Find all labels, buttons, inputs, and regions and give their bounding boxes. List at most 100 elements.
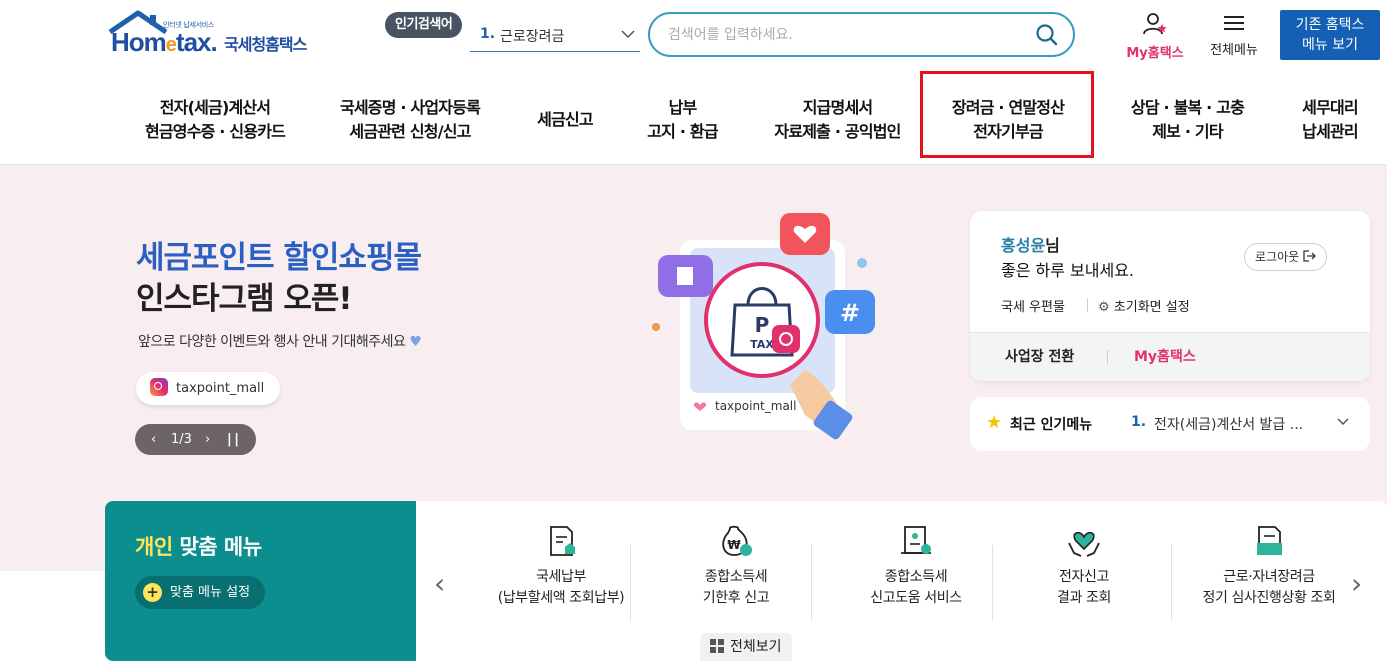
menu-item-line1: 전자신고 — [1059, 569, 1109, 585]
logo-wordmark: Hometax. — [111, 27, 218, 57]
banner-subtitle-text: 앞으로 다양한 이벤트와 행사 안내 기대해주세요 — [138, 334, 406, 350]
menu-item-line1: 근로·자녀장려금 — [1223, 569, 1315, 585]
divider — [1171, 545, 1172, 621]
recent-popular-rank: 1. — [1131, 414, 1147, 430]
popular-search-term: 근로장려금 — [500, 29, 565, 45]
my-hometax-button[interactable]: My홈택스 — [1120, 12, 1190, 61]
my-hometax-link[interactable]: My홈택스 — [1134, 346, 1196, 366]
menu-item-line1: 종합소득세 — [884, 569, 948, 585]
custom-menu-section: 개인 맞춤 메뉴 + 맞춤 메뉴 설정 ‹ 국세납부 (납부할세액 조회납부) ₩… — [105, 501, 1387, 661]
custom-menu-item[interactable]: 종합소득세 신고도움 서비스 — [826, 523, 1006, 609]
nav-item-line1: 세금신고 — [537, 110, 593, 129]
menu-item-line2: (납부할세액 조회납부) — [497, 590, 625, 606]
tax-payment-icon — [550, 526, 575, 556]
instagram-tag-label: taxpoint_mall — [176, 381, 265, 396]
view-all-button[interactable]: 전체보기 — [700, 633, 792, 661]
nav-item-line1: 납부 — [668, 98, 698, 117]
banner-prev-button[interactable]: ‹ — [151, 424, 156, 455]
initial-settings-label: 초기화면 설정 — [1113, 300, 1190, 315]
nav-highlight-box — [920, 71, 1094, 158]
income-tax-late-filing-icon: ₩ — [722, 525, 752, 556]
instagram-tag-button[interactable]: taxpoint_mall — [136, 372, 281, 405]
carousel-prev-button[interactable]: ‹ — [434, 567, 445, 600]
custom-menu-title-highlight: 개인 — [135, 535, 173, 559]
custom-menu-item[interactable]: 전자신고 결과 조회 — [994, 523, 1174, 609]
divider — [1087, 298, 1088, 312]
nav-item-line2: 납세관리 — [1302, 122, 1358, 141]
switch-business-button[interactable]: 사업장 전환 — [1005, 346, 1074, 366]
menu-item-line1: 국세납부 — [536, 569, 586, 585]
custom-menu-item[interactable]: 국세납부 (납부할세액 조회납부) — [471, 523, 651, 609]
custom-menu-item[interactable]: 근로·자녀장려금 정기 심사진행상황 조회 — [1174, 523, 1364, 609]
nav-item-line1: 국세증명 · 사업자등록 — [339, 98, 481, 117]
menu-item-line1: 종합소득세 — [704, 569, 768, 585]
banner-next-button[interactable]: › — [205, 424, 210, 455]
user-name: 홍성윤님 — [1001, 232, 1060, 256]
divider — [630, 545, 631, 621]
nav-item-line1: 세무대리 — [1302, 98, 1358, 117]
nav-item-e-invoice[interactable]: 전자(세금)계산서 현금영수증 · 신용카드 — [125, 96, 305, 144]
user-card: 홍성윤님 좋은 하루 보내세요. 로그아웃 국세 우편물 ⚙ 초기화면 설정 사… — [970, 211, 1370, 381]
carousel-next-button[interactable]: › — [1351, 567, 1362, 600]
divider — [992, 545, 993, 621]
nav-item-payment[interactable]: 납부 고지 · 환급 — [625, 96, 740, 144]
user-name-suffix: 님 — [1045, 236, 1060, 255]
hometax-logo[interactable]: 인터넷 납세서비스 Hometax. 국세청홈택스 — [108, 10, 323, 62]
nav-item-certificates[interactable]: 국세증명 · 사업자등록 세금관련 신청/신고 — [320, 96, 500, 144]
instagram-shopping-illustration: P TAX # taxpoint_mall — [652, 213, 875, 440]
hamburger-icon — [1224, 16, 1244, 30]
old-hometax-menu-button[interactable]: 기존 홈택스 메뉴 보기 — [1280, 10, 1380, 60]
popular-search-select[interactable]: 1. 근로장려금 — [470, 20, 640, 52]
tax-mailbox-link[interactable]: 국세 우편물 — [1001, 296, 1065, 315]
search-input[interactable] — [668, 23, 1028, 47]
banner-title-line1: 세금포인트 할인쇼핑몰 — [136, 240, 422, 276]
header: 인터넷 납세서비스 Hometax. 국세청홈택스 인기검색어 1. 근로장려금… — [0, 0, 1387, 70]
menu-item-line2: 기한후 신고 — [702, 590, 770, 606]
banner-pager: ‹ 1/3 › | | — [135, 424, 256, 455]
all-menu-label: 전체메뉴 — [1210, 43, 1258, 58]
nav-item-line1: 전자(세금)계산서 — [159, 98, 271, 117]
svg-text:#: # — [840, 299, 860, 327]
user-star-icon — [1143, 13, 1167, 35]
user-name-value: 홍성윤 — [1001, 236, 1046, 255]
banner-pause-button[interactable]: | | — [227, 424, 239, 455]
old-home-line2: 메뉴 보기 — [1302, 37, 1358, 53]
custom-menu-header: 개인 맞춤 메뉴 + 맞춤 메뉴 설정 — [105, 501, 416, 661]
logout-button[interactable]: 로그아웃 — [1244, 243, 1327, 271]
heart-icon: ♥ — [409, 334, 422, 350]
illus-tag-text: taxpoint_mall — [715, 399, 796, 413]
nav-item-line2: 고지 · 환급 — [647, 122, 718, 141]
instagram-icon — [150, 378, 168, 396]
main-nav: 전자(세금)계산서 현금영수증 · 신용카드 국세증명 · 사업자등록 세금관련… — [0, 70, 1387, 165]
illus-bag-text: TAX — [750, 338, 774, 351]
chevron-down-icon — [621, 30, 635, 39]
old-home-line1: 기존 홈택스 — [1295, 17, 1365, 33]
my-hometax-label: My홈택스 — [1126, 46, 1184, 61]
incentive-review-icon — [1257, 526, 1282, 555]
nav-item-line1: 지급명세서 — [802, 98, 873, 117]
all-menu-button[interactable]: 전체메뉴 — [1203, 14, 1265, 58]
logo-korean: 국세청홈택스 — [224, 35, 307, 54]
custom-menu-item[interactable]: ₩ 종합소득세 기한후 신고 — [646, 523, 826, 609]
divider — [811, 545, 812, 621]
nav-item-consulting[interactable]: 상담 · 불복 · 고충 제보 · 기타 — [1110, 96, 1265, 144]
menu-item-line2: 신고도움 서비스 — [870, 590, 962, 606]
e-filing-result-icon — [1068, 531, 1100, 557]
banner-title-line2: 인스타그램 오픈! — [136, 281, 353, 317]
gear-icon: ⚙ — [1098, 300, 1110, 315]
chevron-down-icon — [1337, 418, 1349, 426]
popular-search-badge: 인기검색어 — [385, 12, 463, 38]
search-icon[interactable] — [1035, 23, 1059, 47]
recent-popular-menu[interactable]: ★ 최근 인기메뉴 1. 전자(세금)계산서 발급 ... — [970, 397, 1370, 451]
divider — [1107, 350, 1108, 364]
recent-popular-item: 전자(세금)계산서 발급 ... — [1154, 417, 1304, 433]
popular-search-rank: 1. — [480, 26, 496, 42]
nav-item-tax-filing[interactable]: 세금신고 — [520, 108, 610, 132]
nav-item-tax-agent[interactable]: 세무대리 납세관리 — [1285, 96, 1375, 144]
nav-item-line2: 세금관련 신청/신고 — [349, 122, 471, 141]
custom-menu-settings-button[interactable]: + 맞춤 메뉴 설정 — [135, 576, 266, 609]
nav-item-statements[interactable]: 지급명세서 자료제출 · 공익법인 — [755, 96, 920, 144]
initial-screen-settings-link[interactable]: ⚙ 초기화면 설정 — [1098, 296, 1190, 315]
nav-item-line2: 제보 · 기타 — [1152, 122, 1223, 141]
nav-item-line1: 상담 · 불복 · 고충 — [1130, 98, 1245, 117]
